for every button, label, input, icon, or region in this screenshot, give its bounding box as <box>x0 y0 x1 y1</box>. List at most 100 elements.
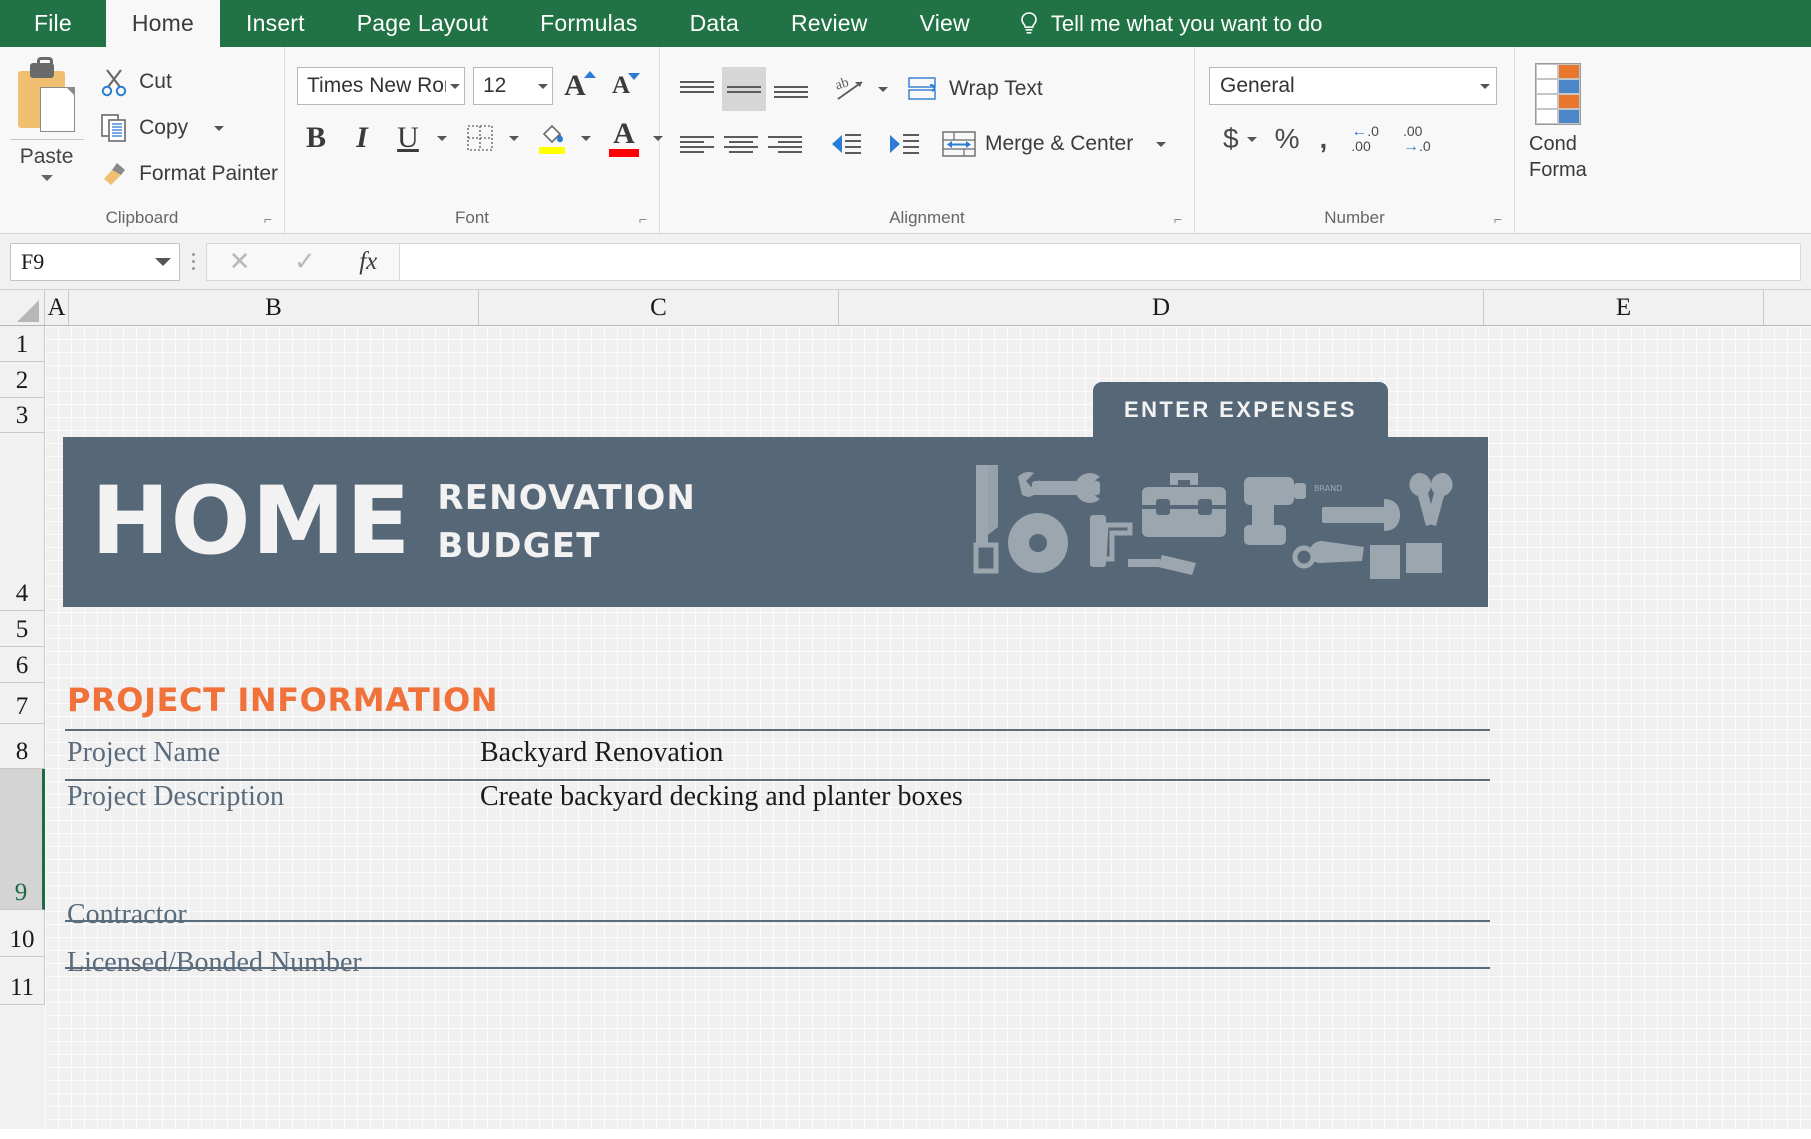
enter-expenses-button[interactable]: ENTER EXPENSES <box>1093 382 1388 437</box>
align-middle-button[interactable] <box>722 67 766 111</box>
row-header-11[interactable]: 11 <box>0 957 45 1005</box>
tab-file[interactable]: File <box>0 0 106 47</box>
align-right-icon <box>768 136 802 153</box>
tab-formulas[interactable]: Formulas <box>514 0 663 47</box>
row-header-8[interactable]: 8 <box>0 724 45 769</box>
copy-button[interactable]: Copy <box>93 111 284 145</box>
conditional-formatting-button[interactable]: Cond Forma <box>1515 53 1587 183</box>
copy-label: Copy <box>139 116 188 140</box>
sheet-canvas[interactable]: ENTER EXPENSES HOME RENOVATION BUDGET <box>45 326 1811 1129</box>
cancel-formula-button[interactable]: ✕ <box>229 246 251 277</box>
accounting-format-button[interactable]: $ <box>1223 117 1239 161</box>
row-header-5[interactable]: 5 <box>0 611 45 647</box>
clipboard-group-label: Clipboard ⌐ <box>0 203 284 233</box>
row-header-6[interactable]: 6 <box>0 647 45 683</box>
row-divider <box>65 920 1490 922</box>
row-header-7[interactable]: 7 <box>0 683 45 724</box>
banner-title-sub: RENOVATION BUDGET <box>437 474 696 570</box>
copy-icon <box>99 113 129 143</box>
font-color-button[interactable]: A <box>605 119 643 157</box>
borders-button[interactable] <box>461 119 499 157</box>
font-dialog-launcher[interactable]: ⌐ <box>635 211 651 227</box>
alignment-dialog-launcher[interactable]: ⌐ <box>1170 211 1186 227</box>
row-header-3[interactable]: 3 <box>0 398 45 433</box>
column-header-e[interactable]: E <box>1484 290 1764 325</box>
bold-button[interactable]: B <box>297 119 335 157</box>
align-center-button[interactable] <box>722 125 760 163</box>
tab-page-layout[interactable]: Page Layout <box>331 0 514 47</box>
orientation-chevron-down-icon[interactable] <box>878 87 888 92</box>
number-dialog-launcher[interactable]: ⌐ <box>1490 211 1506 227</box>
tell-me-search[interactable]: Tell me what you want to do <box>996 0 1336 47</box>
row-header-9[interactable]: 9 <box>0 769 45 910</box>
align-top-button[interactable] <box>678 70 716 108</box>
clipboard-dialog-launcher[interactable]: ⌐ <box>260 211 276 227</box>
accounting-chevron-down-icon[interactable] <box>1247 137 1257 142</box>
wrap-text-button[interactable]: Wrap Text <box>908 75 1043 103</box>
italic-button[interactable]: I <box>343 119 381 157</box>
column-header-b[interactable]: B <box>69 290 479 325</box>
column-header-c[interactable]: C <box>479 290 839 325</box>
row-headers: 1 2 3 4 5 6 7 8 9 10 11 <box>0 326 45 1129</box>
chevron-down-icon[interactable] <box>1480 84 1490 89</box>
cut-button[interactable]: Cut <box>93 65 284 99</box>
formula-bar: F9 ✕ ✓ fx <box>0 234 1811 290</box>
increase-decimal-button[interactable]: ←.0 .00 <box>1351 124 1379 154</box>
merge-chevron-down-icon[interactable] <box>1156 142 1166 147</box>
column-header-d[interactable]: D <box>839 290 1484 325</box>
orientation-button[interactable]: ab <box>832 70 870 108</box>
comma-style-button[interactable]: , <box>1319 117 1327 161</box>
format-painter-button[interactable]: Format Painter <box>93 157 284 191</box>
fill-color-chevron-down-icon[interactable] <box>581 136 591 141</box>
borders-icon <box>466 124 494 152</box>
scissors-icon <box>99 67 129 97</box>
name-box-value: F9 <box>21 249 155 275</box>
insert-function-button[interactable]: fx <box>359 248 377 276</box>
name-box[interactable]: F9 <box>10 243 180 281</box>
underline-options-chevron-down-icon[interactable] <box>437 136 447 141</box>
decrease-indent-button[interactable] <box>826 125 864 163</box>
select-all-button[interactable] <box>0 290 45 325</box>
cf-line2: Forma <box>1529 157 1587 183</box>
decrease-decimal-button[interactable]: .00 →.0 <box>1403 124 1431 154</box>
chevron-down-icon[interactable] <box>538 84 548 89</box>
paste-button[interactable]: Paste <box>0 53 93 181</box>
column-header-a[interactable]: A <box>45 290 69 325</box>
decrease-font-size-button[interactable]: A <box>607 67 645 105</box>
ribbon-body: Paste Cut <box>0 47 1811 234</box>
project-name-value[interactable]: Backyard Renovation <box>480 737 723 769</box>
underline-button[interactable]: U <box>389 119 427 157</box>
row-header-2[interactable]: 2 <box>0 362 45 398</box>
chevron-down-icon[interactable] <box>450 84 460 89</box>
increase-indent-button[interactable] <box>884 125 922 163</box>
increase-decimal-bottom: .00 <box>1351 139 1379 154</box>
tab-data[interactable]: Data <box>664 0 765 47</box>
chevron-down-icon[interactable] <box>214 126 224 131</box>
chevron-down-icon[interactable] <box>155 258 171 266</box>
project-name-label: Project Name <box>67 737 220 769</box>
font-name-input[interactable]: Times New Rom <box>297 67 465 105</box>
align-bottom-button[interactable] <box>772 70 810 108</box>
row-header-4[interactable]: 4 <box>0 433 45 611</box>
chevron-down-icon[interactable] <box>41 175 53 181</box>
merge-center-button[interactable]: Merge & Center <box>942 130 1166 158</box>
text-orientation-icon: ab <box>834 74 868 104</box>
borders-chevron-down-icon[interactable] <box>509 136 519 141</box>
tab-view[interactable]: View <box>894 0 996 47</box>
percent-style-button[interactable]: % <box>1275 117 1300 161</box>
fill-color-button[interactable] <box>533 119 571 157</box>
tab-home[interactable]: Home <box>106 0 220 47</box>
align-left-button[interactable] <box>678 125 716 163</box>
row-header-1[interactable]: 1 <box>0 326 45 362</box>
confirm-formula-button[interactable]: ✓ <box>294 246 316 277</box>
increase-font-size-button[interactable]: A <box>561 67 599 105</box>
font-size-input[interactable]: 12 <box>473 67 553 105</box>
tab-insert[interactable]: Insert <box>220 0 331 47</box>
formula-input[interactable] <box>400 243 1801 281</box>
formula-bar-handle[interactable] <box>180 253 206 270</box>
row-header-10[interactable]: 10 <box>0 910 45 957</box>
number-format-select[interactable]: General <box>1209 67 1497 105</box>
tab-review[interactable]: Review <box>765 0 894 47</box>
align-right-button[interactable] <box>766 125 804 163</box>
project-description-value[interactable]: Create backyard decking and planter boxe… <box>480 781 963 813</box>
